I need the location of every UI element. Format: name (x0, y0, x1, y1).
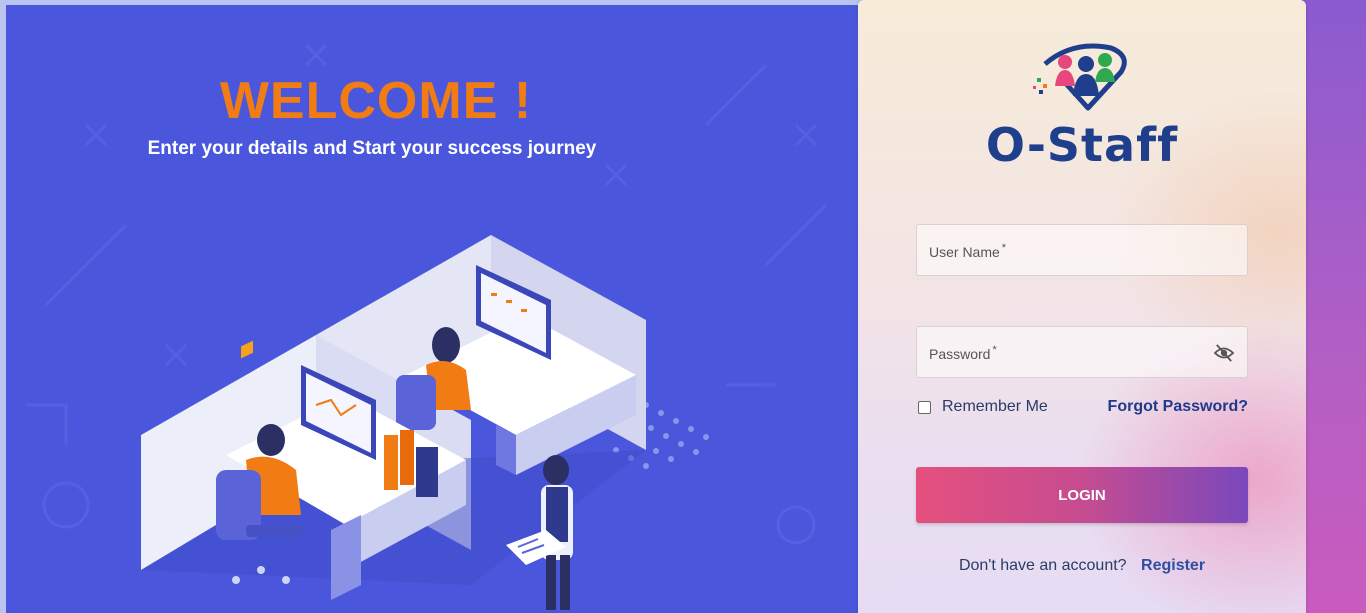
brand-name: O-Staff (985, 118, 1179, 172)
required-marker: * (1001, 242, 1007, 254)
login-card: O-Staff User Name * Password * Remember Me… (858, 0, 1306, 613)
required-marker: * (992, 344, 997, 356)
remember-me-label: Remember Me (942, 398, 1048, 415)
no-account-text: Don't have an account? (958, 557, 1127, 574)
register-link[interactable]: Register (1141, 557, 1205, 574)
password-label: Password * (929, 344, 997, 362)
forgot-password-link[interactable]: Forgot Password? (1108, 398, 1248, 416)
remember-me-checkbox[interactable]: Remember Me (918, 398, 1048, 416)
office-illustration (141, 235, 709, 610)
username-label: User Name * (929, 242, 1007, 260)
eye-off-icon[interactable] (1213, 344, 1235, 362)
checkbox-box[interactable] (918, 400, 931, 414)
login-button[interactable]: LOGIN (916, 467, 1248, 523)
username-field[interactable]: User Name * (916, 224, 1248, 276)
login-page: WELCOME ! Enter your details and Start y… (0, 0, 1366, 613)
side-gradient-strip (1300, 0, 1366, 613)
welcome-subtitle: Enter your details and Start your succes… (147, 138, 597, 159)
people-heart-logo-icon (1033, 43, 1127, 111)
password-field[interactable]: Password * (916, 326, 1248, 378)
hero-panel: WELCOME ! Enter your details and Start y… (6, 5, 858, 613)
welcome-title: WELCOME ! (219, 72, 533, 130)
register-row: Don't have an account? Register (858, 557, 1306, 575)
